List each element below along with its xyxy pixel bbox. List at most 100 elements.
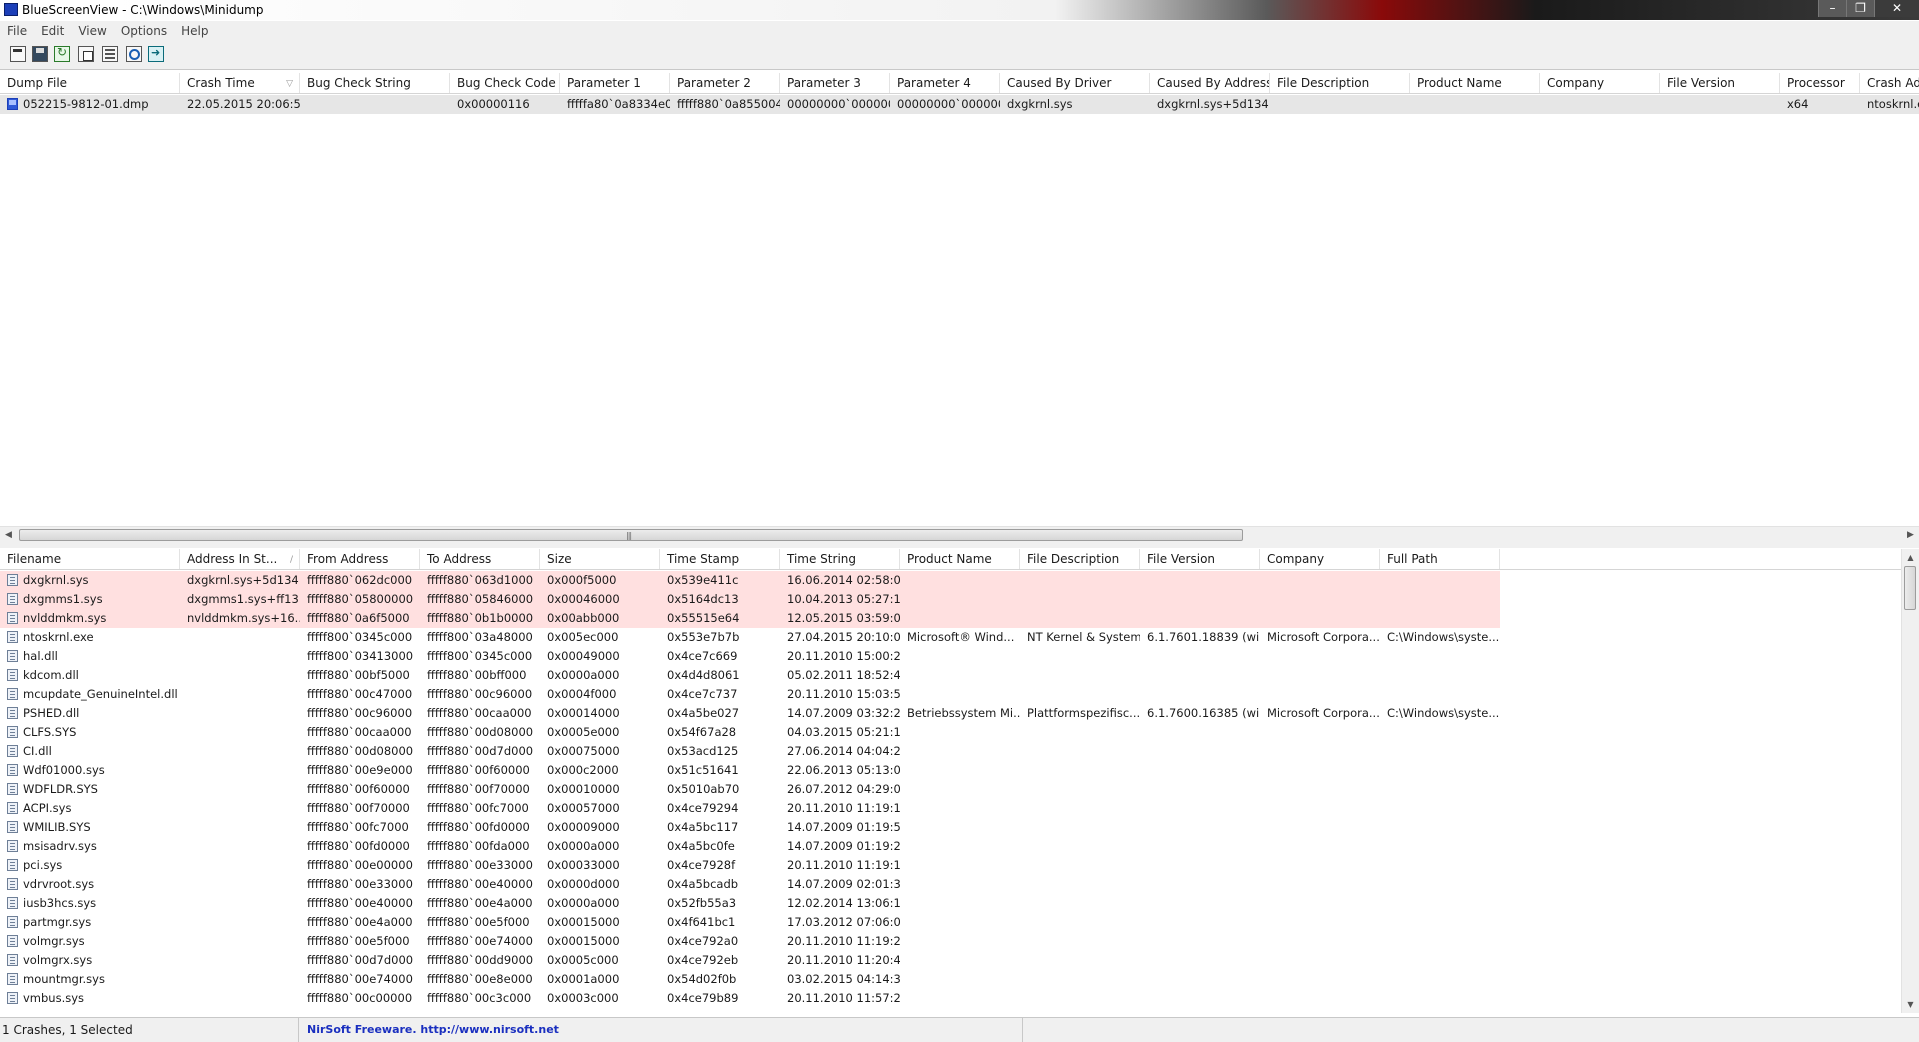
sort-indicator-icon: / (289, 555, 293, 565)
menu-file[interactable]: File (0, 24, 34, 38)
column-header-crash-time[interactable]: Crash Time ▽ (180, 73, 300, 93)
column-header-time-string[interactable]: Time String (780, 549, 900, 569)
column-header-file-version[interactable]: File Version (1140, 549, 1260, 569)
driver-row[interactable]: mountmgr.sys fffff880`00e74000 fffff880`00… (0, 970, 1500, 989)
find-icon[interactable] (126, 46, 142, 62)
status-bar: 1 Crashes, 1 Selected NirSoft Freeware. … (0, 1017, 1919, 1042)
column-header-from-address[interactable]: From Address (300, 549, 420, 569)
driver-row[interactable]: dxgkrnl.sys dxgkrnl.sys+5d134 fffff880`062… (0, 571, 1500, 590)
driver-row[interactable]: volmgr.sys fffff880`00e5f000 fffff880`00e7… (0, 932, 1500, 951)
column-header-product-name[interactable]: Product Name (900, 549, 1020, 569)
driver-row[interactable]: hal.dll fffff800`03413000 fffff800`0345c00… (0, 647, 1500, 666)
driver-file-icon (7, 954, 18, 966)
scroll-right-icon[interactable]: ▶ (1902, 527, 1919, 544)
cell-full-path (1380, 742, 1500, 761)
crash-list[interactable]: Dump File Crash Time ▽ Bug Check String Bug … (0, 73, 1919, 543)
driver-row[interactable]: mcupdate_GenuineIntel.dll fffff880`00c470… (0, 685, 1500, 704)
refresh-icon[interactable] (54, 45, 70, 62)
close-button[interactable]: ✕ (1874, 0, 1919, 17)
driver-row[interactable]: PSHED.dll fffff880`00c96000 fffff880`00caa… (0, 704, 1500, 723)
column-header-company[interactable]: Company (1260, 549, 1380, 569)
driver-file-icon (7, 878, 18, 890)
column-header-caused-by-address[interactable]: Caused By Address (1150, 73, 1270, 93)
driver-row[interactable]: nvlddmkm.sys nvlddmkm.sys+16... fffff880`0… (0, 609, 1500, 628)
menu-help[interactable]: Help (174, 24, 215, 38)
cell-from-address: fffff880`00f60000 (307, 782, 410, 796)
driver-row[interactable]: volmgrx.sys fffff880`00d7d000 fffff880`00d… (0, 951, 1500, 970)
driver-row[interactable]: msisadrv.sys fffff880`00fd0000 fffff880`00… (0, 837, 1500, 856)
driver-row[interactable]: vmbus.sys fffff880`00c00000 fffff880`00c3c… (0, 989, 1500, 1008)
driver-row[interactable]: partmgr.sys fffff880`00e4a000 fffff880`00e… (0, 913, 1500, 932)
driver-row[interactable]: Wdf01000.sys fffff880`00e9e000 fffff880`00… (0, 761, 1500, 780)
column-header-address-in-st[interactable]: Address In St... / (180, 549, 300, 569)
column-header-bug-check-string[interactable]: Bug Check String (300, 73, 450, 93)
cell-file-description (1020, 761, 1140, 780)
save-icon[interactable] (32, 46, 48, 62)
cell-from-address: fffff880`05800000 (307, 592, 414, 606)
column-header-size[interactable]: Size (540, 549, 660, 569)
cell-time-string: 03.02.2015 04:14:35 (787, 972, 900, 986)
cell-company: Microsoft Corpora... (1267, 706, 1380, 720)
driver-row[interactable]: WMILIB.SYS fffff880`00fc7000 fffff880`00fd… (0, 818, 1500, 837)
column-header-company[interactable]: Company (1540, 73, 1660, 93)
column-header-to-address[interactable]: To Address (420, 549, 540, 569)
column-header-parameter-1[interactable]: Parameter 1 (560, 73, 670, 93)
crash-row[interactable]: 052215-9812-01.dmp 22.05.2015 20:06:56 0x0… (0, 95, 1919, 114)
new-report-icon[interactable] (10, 46, 26, 62)
horizontal-scroll-thumb[interactable]: ||| (19, 529, 1243, 541)
driver-row[interactable]: vdrvroot.sys fffff880`00e33000 fffff880`00… (0, 875, 1500, 894)
cell-address-in-st (180, 647, 300, 666)
menu-view[interactable]: View (71, 24, 113, 38)
exit-icon[interactable] (148, 46, 164, 62)
horizontal-scrollbar[interactable]: ◀ ||| ▶ (0, 526, 1919, 544)
column-header-parameter-3[interactable]: Parameter 3 (780, 73, 890, 93)
column-header-filename[interactable]: Filename (0, 549, 180, 569)
cell-time-stamp: 0x553e7b7b (667, 630, 740, 644)
column-header-caused-by-driver[interactable]: Caused By Driver (1000, 73, 1150, 93)
maximize-button[interactable]: ❐ (1846, 0, 1874, 17)
scroll-left-icon[interactable]: ◀ (0, 527, 17, 544)
driver-list[interactable]: Filename Address In St... / From Address To … (0, 549, 1902, 1013)
column-header-crash-add[interactable]: Crash Add (1860, 73, 1919, 93)
cell-address-in-st (180, 932, 300, 951)
column-header-processor[interactable]: Processor (1780, 73, 1860, 93)
cell-crash-add: ntoskrnl.e (1867, 97, 1919, 111)
column-header-parameter-4[interactable]: Parameter 4 (890, 73, 1000, 93)
copy-icon[interactable] (78, 46, 94, 62)
pane-splitter[interactable] (0, 543, 1919, 548)
scroll-down-icon[interactable]: ▼ (1902, 996, 1919, 1013)
properties-icon[interactable] (102, 46, 118, 62)
vertical-scroll-thumb[interactable] (1904, 566, 1916, 610)
column-header-file-description[interactable]: File Description (1020, 549, 1140, 569)
driver-row[interactable]: ACPI.sys fffff880`00f70000 fffff880`00fc70… (0, 799, 1500, 818)
scroll-up-icon[interactable]: ▲ (1902, 549, 1919, 566)
column-header-dump-file[interactable]: Dump File (0, 73, 180, 93)
driver-row[interactable]: CI.dll fffff880`00d08000 fffff880`00d7d000… (0, 742, 1500, 761)
menu-options[interactable]: Options (114, 24, 174, 38)
nirsoft-link[interactable]: NirSoft Freeware. http://www.nirsoft.net (307, 1018, 1023, 1042)
column-header-time-stamp[interactable]: Time Stamp (660, 549, 780, 569)
column-header-product-name[interactable]: Product Name (1410, 73, 1540, 93)
cell-company (1260, 837, 1380, 856)
driver-row[interactable]: pci.sys fffff880`00e00000 fffff880`00e3300… (0, 856, 1500, 875)
vertical-scrollbar[interactable]: ▲ ▼ (1901, 549, 1919, 1013)
cell-time-string: 10.04.2013 05:27:15 (787, 592, 900, 606)
column-header-parameter-2[interactable]: Parameter 2 (670, 73, 780, 93)
column-header-file-version[interactable]: File Version (1660, 73, 1780, 93)
driver-row[interactable]: kdcom.dll fffff880`00bf5000 fffff880`00bff… (0, 666, 1500, 685)
column-header-full-path[interactable]: Full Path (1380, 549, 1500, 569)
cell-size: 0x00015000 (547, 934, 620, 948)
minimize-button[interactable]: – (1818, 0, 1846, 17)
column-header-bug-check-code[interactable]: Bug Check Code (450, 73, 560, 93)
column-header-file-description[interactable]: File Description (1270, 73, 1410, 93)
driver-row[interactable]: WDFLDR.SYS fffff880`00f60000 fffff880`00f7… (0, 780, 1500, 799)
driver-row[interactable]: dxgmms1.sys dxgmms1.sys+ff13 fffff880`0580… (0, 590, 1500, 609)
cell-full-path (1380, 875, 1500, 894)
menu-edit[interactable]: Edit (34, 24, 71, 38)
cell-address-in-st: dxgkrnl.sys+5d134 (187, 573, 299, 587)
cell-file-version (1140, 780, 1260, 799)
driver-row[interactable]: CLFS.SYS fffff880`00caa000 fffff880`00d080… (0, 723, 1500, 742)
driver-row[interactable]: iusb3hcs.sys fffff880`00e40000 fffff880`00… (0, 894, 1500, 913)
cell-caused-by-address: dxgkrnl.sys+5d134 (1157, 97, 1269, 111)
driver-row[interactable]: ntoskrnl.exe fffff800`0345c000 fffff800`03… (0, 628, 1500, 647)
